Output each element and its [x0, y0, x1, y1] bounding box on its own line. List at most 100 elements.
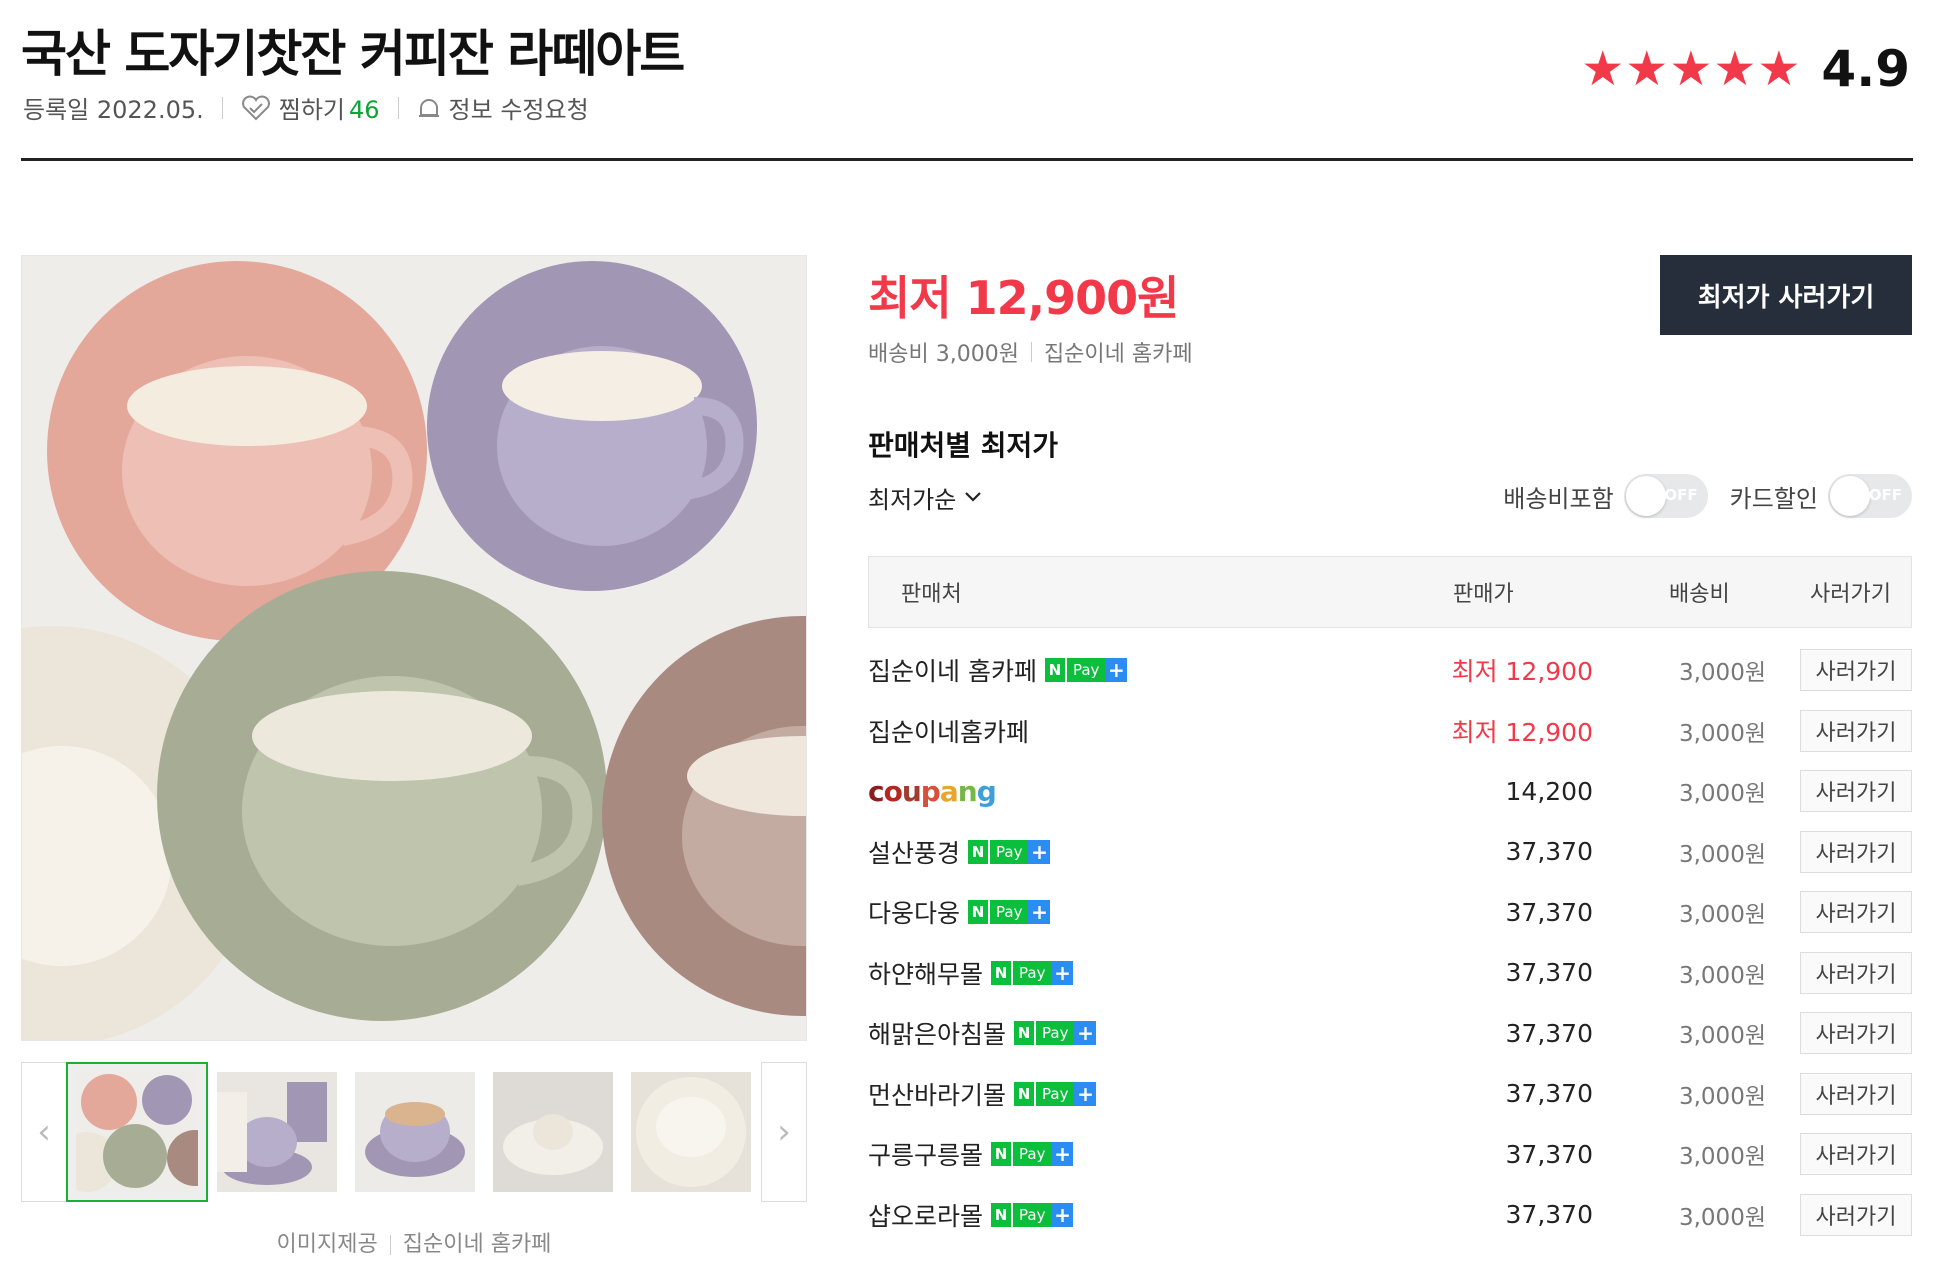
seller-price: 최저 12,900	[1451, 717, 1593, 747]
rating-value: 4.9	[1821, 40, 1910, 98]
npay-plus-icon: N Pay +	[1014, 1081, 1097, 1106]
star-icon: ★	[1757, 41, 1801, 97]
rating: ★ ★ ★ ★ ★ 4.9	[1581, 40, 1910, 98]
seller-name[interactable]: 구릉구릉몰 N Pay +	[868, 1136, 1074, 1172]
seller-shipping: 3,000원	[1678, 1083, 1766, 1110]
seller-price: 최저 12,900	[1451, 657, 1593, 687]
thumbnail-next-button[interactable]: ›	[761, 1062, 807, 1202]
buy-button[interactable]: 사러가기	[1800, 1193, 1912, 1236]
npay-n: N	[968, 839, 989, 864]
npay-pay: Pay	[1064, 658, 1106, 683]
product-main-image[interactable]	[21, 255, 807, 1041]
npay-n: N	[991, 960, 1012, 985]
sellers-table-header: 판매처 판매가 배송비 사러가기	[868, 556, 1912, 628]
divider	[397, 96, 399, 119]
seller-price: 37,370	[1505, 958, 1593, 988]
toggle-state: OFF	[1664, 486, 1698, 504]
column-buy: 사러가기	[1810, 582, 1891, 607]
table-row: 하얀해무몰 N Pay +37,370 3,000원 사러가기	[868, 943, 1912, 1004]
sellers-section-title: 판매처별 최저가	[868, 429, 1059, 462]
npay-plus-icon: N Pay +	[991, 1202, 1074, 1227]
seller-name[interactable]: 먼산바라기몰 N Pay +	[868, 1076, 1097, 1112]
buy-button[interactable]: 사러가기	[1800, 1072, 1912, 1115]
heart-icon[interactable]	[241, 95, 271, 121]
npay-pay: Pay	[1034, 1081, 1075, 1106]
lowest-offer-info: 배송비 3,000원 집순이네 홈카페	[868, 336, 1193, 368]
npay-n: N	[991, 1142, 1012, 1167]
seller-label: 하얀해무몰	[868, 959, 984, 989]
table-row: 구릉구릉몰 N Pay +37,370 3,000원 사러가기	[868, 1124, 1912, 1185]
thumbnail-2[interactable]	[217, 1072, 337, 1192]
seller-price: 14,200	[1505, 776, 1593, 806]
npay-pay: Pay	[1011, 960, 1052, 985]
npay-pay: Pay	[988, 900, 1029, 925]
npay-pay: Pay	[988, 839, 1029, 864]
seller-label: 설산풍경	[868, 838, 961, 868]
seller-price: 37,370	[1505, 897, 1593, 927]
seller-label: 해맑은아침몰	[868, 1020, 1007, 1050]
seller-name[interactable]: coupang	[868, 774, 997, 808]
divider	[1030, 342, 1032, 362]
seller-shipping: 3,000원	[1678, 720, 1766, 747]
seller-name[interactable]: 다웅다웅 N Pay +	[868, 894, 1051, 930]
seller-label: 구릉구릉몰	[868, 1141, 984, 1171]
buy-button[interactable]: 사러가기	[1800, 830, 1912, 873]
npay-plus-icon: N Pay +	[991, 960, 1074, 985]
buy-button[interactable]: 사러가기	[1800, 709, 1912, 752]
seller-shipping: 3,000원	[1678, 1204, 1766, 1231]
lowest-price: 최저 12,900원	[868, 271, 1179, 325]
coupang-logo[interactable]: coupang	[868, 774, 997, 808]
coupang-letter: p	[920, 774, 941, 808]
npay-plus: +	[1105, 658, 1128, 683]
npay-plus: +	[1028, 839, 1051, 864]
toggle-state: OFF	[1868, 486, 1902, 504]
seller-name[interactable]: 샵오로라몰 N Pay +	[868, 1197, 1074, 1233]
coupang-letter: u	[901, 774, 922, 808]
table-row: 해맑은아침몰 N Pay +37,370 3,000원 사러가기	[868, 1003, 1912, 1064]
npay-plus: +	[1051, 1202, 1074, 1227]
toggle-knob	[1830, 476, 1870, 516]
seller-name[interactable]: 하얀해무몰 N Pay +	[868, 955, 1074, 991]
sort-dropdown[interactable]: 최저가순	[868, 480, 982, 515]
npay-n: N	[1014, 1021, 1035, 1046]
thumbnail-5[interactable]	[631, 1072, 751, 1192]
seller-shipping: 3,000원	[1678, 1144, 1766, 1171]
buy-button[interactable]: 사러가기	[1800, 770, 1912, 813]
thumbnail-4[interactable]	[493, 1072, 613, 1192]
column-seller: 판매처	[901, 582, 962, 607]
toggle-card-discount[interactable]: OFF	[1828, 474, 1912, 518]
seller-name[interactable]: 집순이네 홈카페 N Pay +	[868, 652, 1128, 688]
seller-name[interactable]: 설산풍경 N Pay +	[868, 834, 1051, 870]
thumbnail-1[interactable]	[66, 1062, 208, 1202]
buy-button[interactable]: 사러가기	[1800, 649, 1912, 692]
buy-lowest-button[interactable]: 최저가 사러가기	[1660, 255, 1912, 335]
buy-button[interactable]: 사러가기	[1800, 1012, 1912, 1055]
npay-n: N	[1044, 658, 1065, 683]
coupang-letter: c	[868, 774, 885, 808]
buy-button[interactable]: 사러가기	[1800, 891, 1912, 934]
seller-name[interactable]: 집순이네홈카페	[868, 713, 1029, 749]
seller-shipping: 3,000원	[1678, 660, 1766, 687]
npay-n: N	[991, 1202, 1012, 1227]
thumbnail-prev-button[interactable]: ‹	[21, 1062, 67, 1202]
npay-plus: +	[1074, 1021, 1097, 1046]
toggle-shipping-included[interactable]: OFF	[1623, 474, 1708, 518]
report-link[interactable]: 정보 수정요청	[449, 90, 589, 125]
wish-button[interactable]: 찜하기 46	[279, 90, 380, 125]
registered-date: 등록일 2022.05.	[23, 96, 204, 124]
chevron-down-icon	[964, 487, 982, 508]
buy-button[interactable]: 사러가기	[1800, 951, 1912, 994]
seller-shipping: 3,000원	[1678, 1023, 1766, 1050]
seller-name[interactable]: 해맑은아침몰 N Pay +	[868, 1015, 1097, 1051]
table-row: 설산풍경 N Pay +37,370 3,000원 사러가기	[868, 822, 1912, 883]
star-icon: ★	[1713, 41, 1757, 97]
thumbnail-3[interactable]	[355, 1072, 475, 1192]
npay-plus-icon: N Pay +	[968, 900, 1051, 925]
chevron-left-icon: ‹	[37, 1112, 51, 1152]
buy-button[interactable]: 사러가기	[1800, 1133, 1912, 1176]
npay-pay: Pay	[1034, 1021, 1075, 1046]
coupang-letter: n	[957, 774, 978, 808]
toggle-card-label: 카드할인	[1729, 484, 1818, 513]
star-icon: ★	[1669, 41, 1713, 97]
filter-toggles: 배송비포함 OFF 카드할인 OFF	[1503, 474, 1912, 518]
